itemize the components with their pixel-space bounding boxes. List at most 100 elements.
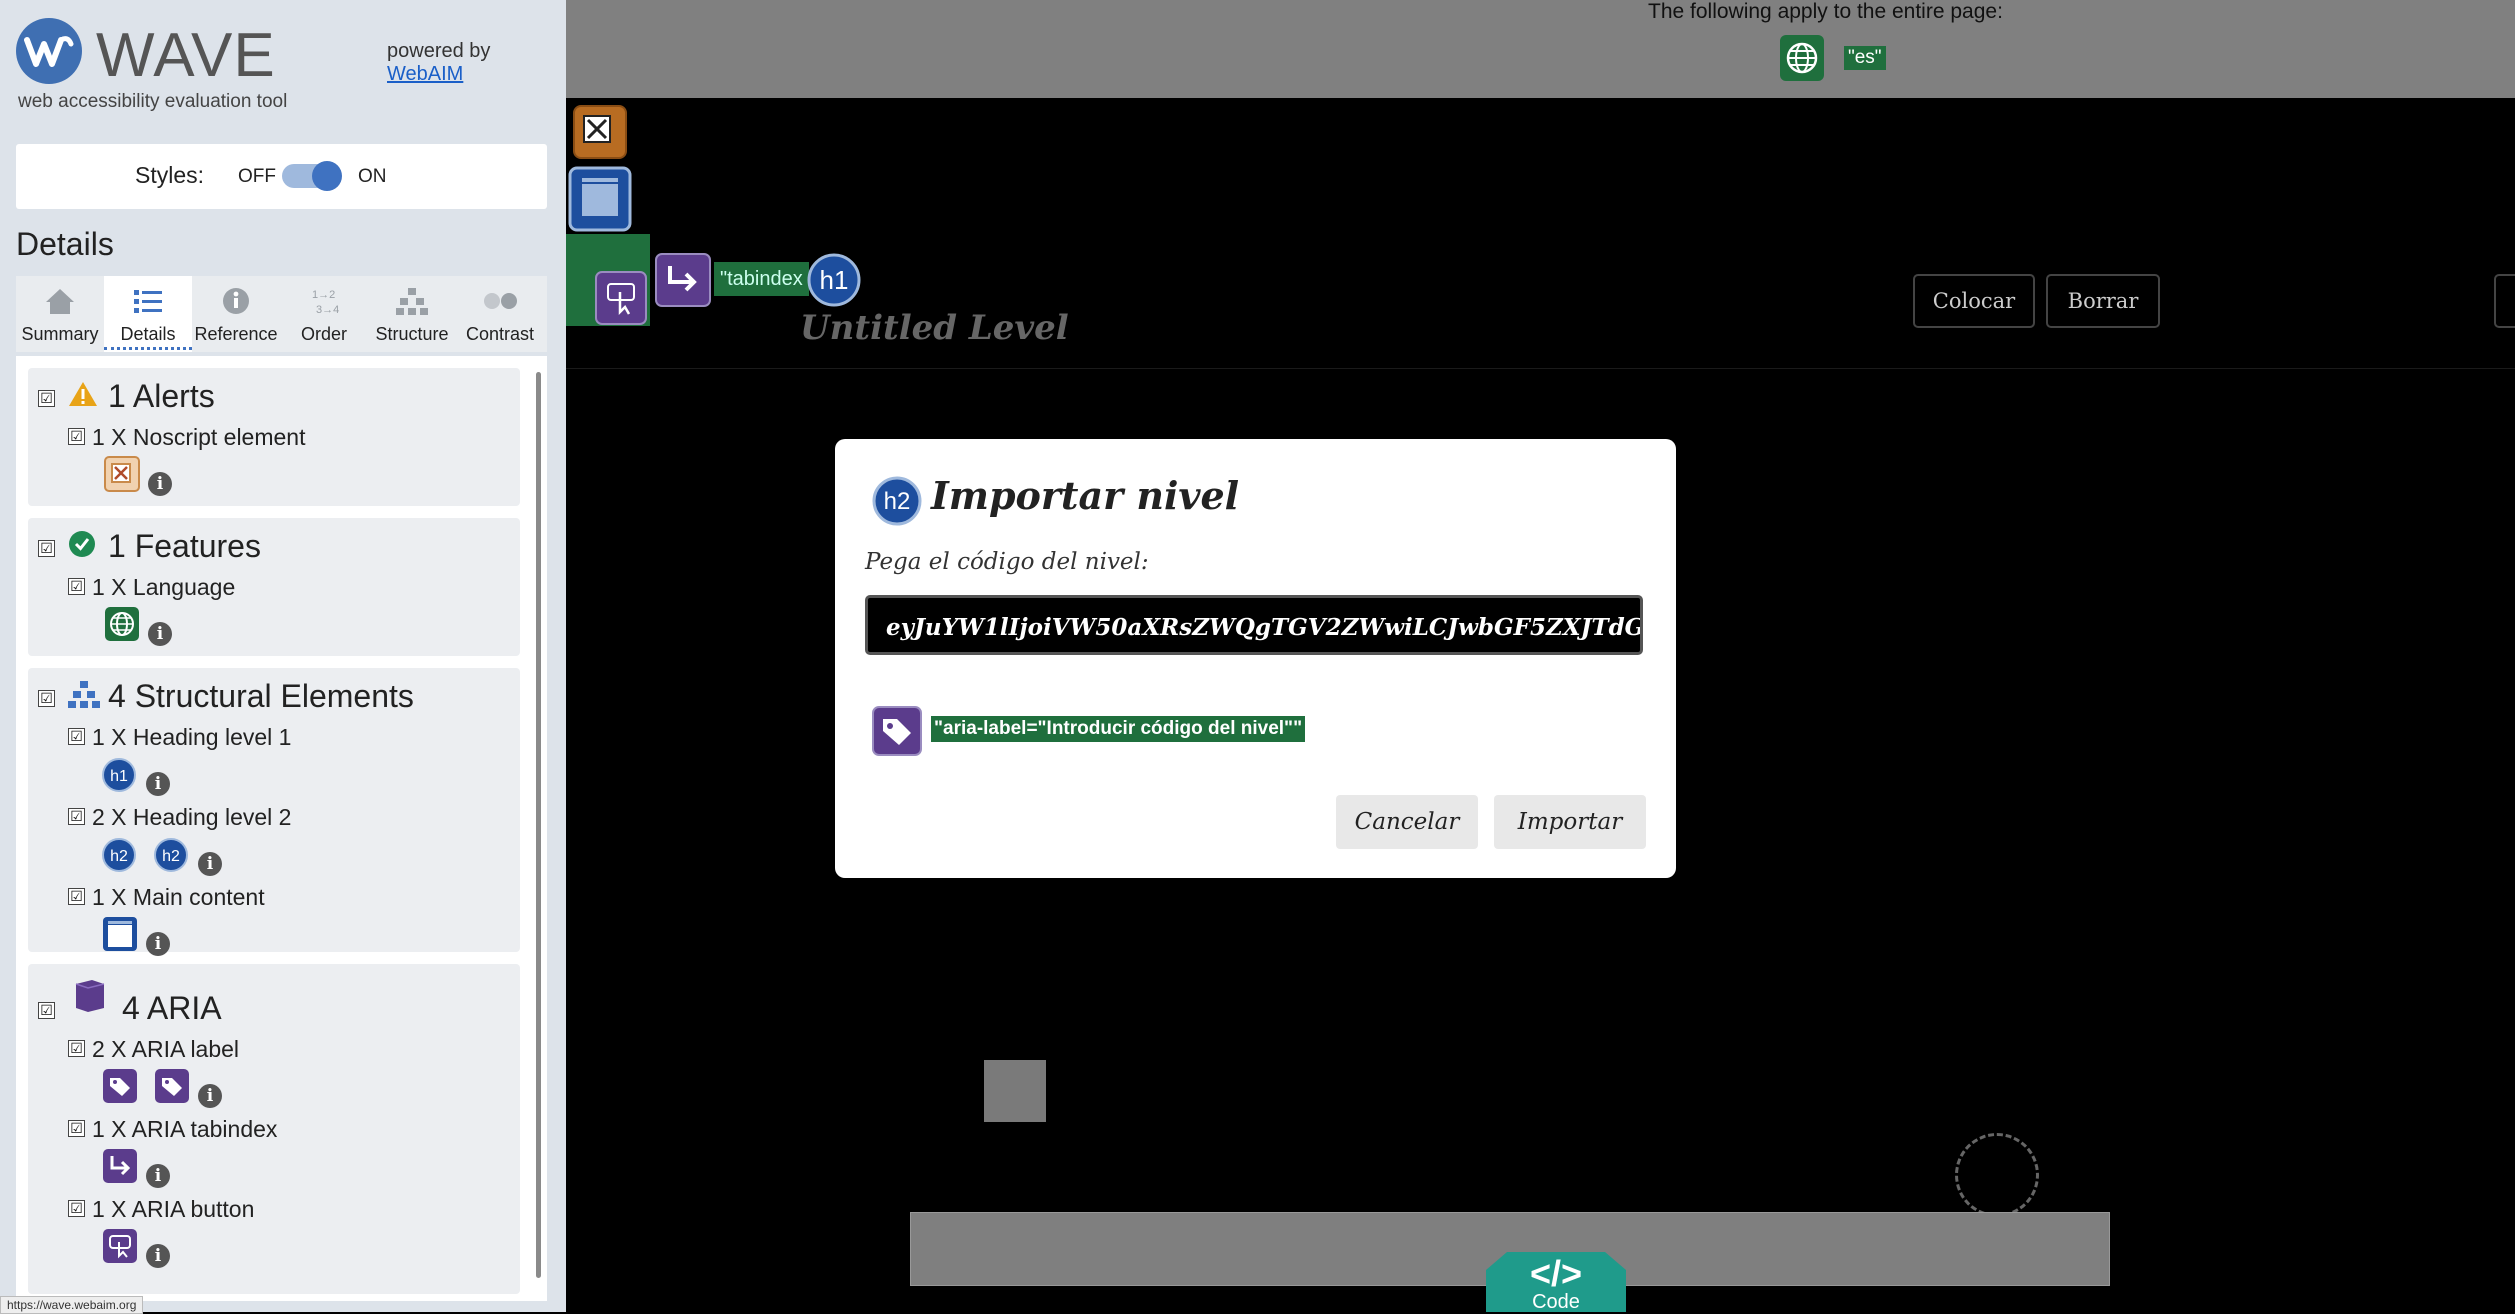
cancel-button[interactable]: Cancelar [1336,795,1478,849]
aria-tabindex-checkbox[interactable]: ☑ [68,1120,85,1137]
order-icon: 1→23→4 [312,289,339,316]
tab-label: Contrast [465,324,535,344]
h2-badge-icon[interactable]: h2 [102,838,136,872]
level-code-label: Pega el código del nivel: [865,549,1149,575]
styles-toggle[interactable] [282,161,342,191]
aria-label-checkbox[interactable]: ☑ [68,1040,85,1057]
code-button[interactable]: </> Code [1486,1252,1626,1312]
structural-checkbox[interactable]: ☑ [38,690,55,707]
h2-badge-text: h2 [884,488,911,515]
tab-summary[interactable]: Summary [16,276,104,352]
structural-group: ☑ 4 Structural Elements ☑ 1 X Heading le… [28,668,520,956]
language-item: 1 X Language [92,574,236,600]
alerts-info-icon[interactable]: i [148,472,172,496]
tab-label: Details [104,324,192,350]
noscript-checkbox[interactable]: ☑ [68,428,85,445]
modal-title: Importar nivel [931,473,1240,518]
main-content-icon[interactable] [568,166,632,232]
aria-tabindex-info-icon[interactable]: i [146,1164,170,1188]
aria-label-item: 2 X ARIA label [92,1036,240,1062]
aria-label-tag: "aria-label="Introducir código del nivel… [931,716,1306,742]
heading2-info-icon[interactable]: i [198,852,222,876]
tab-label: Reference [194,324,278,344]
import-button[interactable]: Importar [1494,795,1646,849]
main-content-info-icon[interactable]: i [146,932,170,956]
import-level-modal: h2 Importar nivel Pega el código del niv… [835,439,1676,878]
alert-triangle-icon [69,382,97,406]
powered-by-label: powered by [387,40,491,62]
tab-label: Structure [375,324,449,344]
features-info-icon[interactable]: i [148,622,172,646]
aria-label-tag-icon[interactable] [871,705,923,757]
styles-off-label: OFF [238,166,276,187]
aria-checkbox[interactable]: ☑ [38,1002,55,1019]
aria-label-tag-icon[interactable] [154,1068,190,1104]
aria-cube-icon [75,980,105,1012]
contrast-icon [484,293,517,309]
tab-contrast[interactable]: Contrast [456,276,544,352]
scroll-thumb[interactable] [536,372,541,1278]
structure-icon [396,288,428,315]
h2-badge-icon[interactable]: h2 [154,838,188,872]
h1-badge-text: h1 [820,265,849,295]
wave-sidebar: WAVE web accessibility evaluation tool p… [0,0,566,1314]
tab-order[interactable]: 1→2 3→4 Order [280,276,368,352]
level-title: Untitled Level [800,308,1069,348]
tab-details[interactable]: Details [104,276,192,352]
aria-tabindex-item: 1 X ARIA tabindex [92,1116,278,1142]
tabindex-tag: "tabindex [714,262,809,296]
home-icon [46,289,74,314]
styles-toggle-box: Styles: OFF ON [16,144,547,209]
svg-text:1→2: 1→2 [312,289,335,301]
noscript-icon[interactable] [104,456,140,492]
webaim-link[interactable]: WebAIM [387,63,490,86]
check-circle-icon [69,531,95,557]
aria-tabindex-icon[interactable] [654,252,712,308]
svg-text:3→4: 3→4 [316,304,339,316]
wave-logo-text: WAVE [96,21,276,90]
toggle-knob [312,161,342,191]
goal-circle[interactable] [1955,1133,2039,1217]
heading2-item: 2 X Heading level 2 [92,804,292,830]
toolbar-edge-button[interactable] [2494,274,2515,328]
status-url: https://wave.webaim.org [0,1296,144,1314]
language-globe-icon[interactable] [104,606,140,642]
level-code-input[interactable]: eyJuYW1lIjoiVW50aXRsZWQgTGV2ZWwiLCJwbGF5… [865,595,1643,655]
alerts-checkbox[interactable]: ☑ [38,390,55,407]
structural-title: 4 Structural Elements [108,678,414,714]
noscript-icon[interactable] [572,104,628,160]
noscript-item: 1 X Noscript element [92,424,306,450]
game-block[interactable] [984,1060,1046,1122]
code-label: Code [1532,1291,1580,1313]
colocar-button[interactable]: Colocar [1913,274,2035,328]
tab-structure[interactable]: Structure [368,276,456,352]
aria-group: ☑ 4 ARIA ☑ 2 X ARIA label i ☑ 1 X ARIA t… [28,964,520,1294]
tab-reference[interactable]: Reference [192,276,280,352]
aria-tabindex-icon[interactable] [102,1148,138,1184]
styles-on-label: ON [358,166,387,187]
h1-badge-icon[interactable]: h1 [806,252,862,308]
main-content-checkbox[interactable]: ☑ [68,888,85,905]
heading2-checkbox[interactable]: ☑ [68,808,85,825]
features-checkbox[interactable]: ☑ [38,540,55,557]
aria-button-icon[interactable] [102,1228,138,1264]
aria-button-info-icon[interactable]: i [146,1244,170,1268]
language-checkbox[interactable]: ☑ [68,578,85,595]
styles-label: Styles: [135,162,205,188]
borrar-button[interactable]: Borrar [2046,274,2160,328]
aria-button-item: 1 X ARIA button [92,1196,255,1222]
aria-title: 4 ARIA [122,990,222,1026]
aria-label-info-icon[interactable]: i [198,1084,222,1108]
language-globe-icon[interactable] [1780,35,1824,81]
main-content-icon[interactable] [102,916,138,952]
heading1-info-icon[interactable]: i [146,772,170,796]
heading1-checkbox[interactable]: ☑ [68,728,85,745]
tab-label: Order [300,324,347,344]
details-scrollbar[interactable] [533,360,543,1290]
aria-label-tag-icon[interactable] [102,1068,138,1104]
aria-button-checkbox[interactable]: ☑ [68,1200,85,1217]
aria-button-icon[interactable] [594,270,648,326]
h1-badge-icon[interactable]: h1 [102,758,136,792]
applies-text: The following apply to the entire page: [1648,0,2003,23]
h2-badge-icon[interactable]: h2 [871,475,923,527]
